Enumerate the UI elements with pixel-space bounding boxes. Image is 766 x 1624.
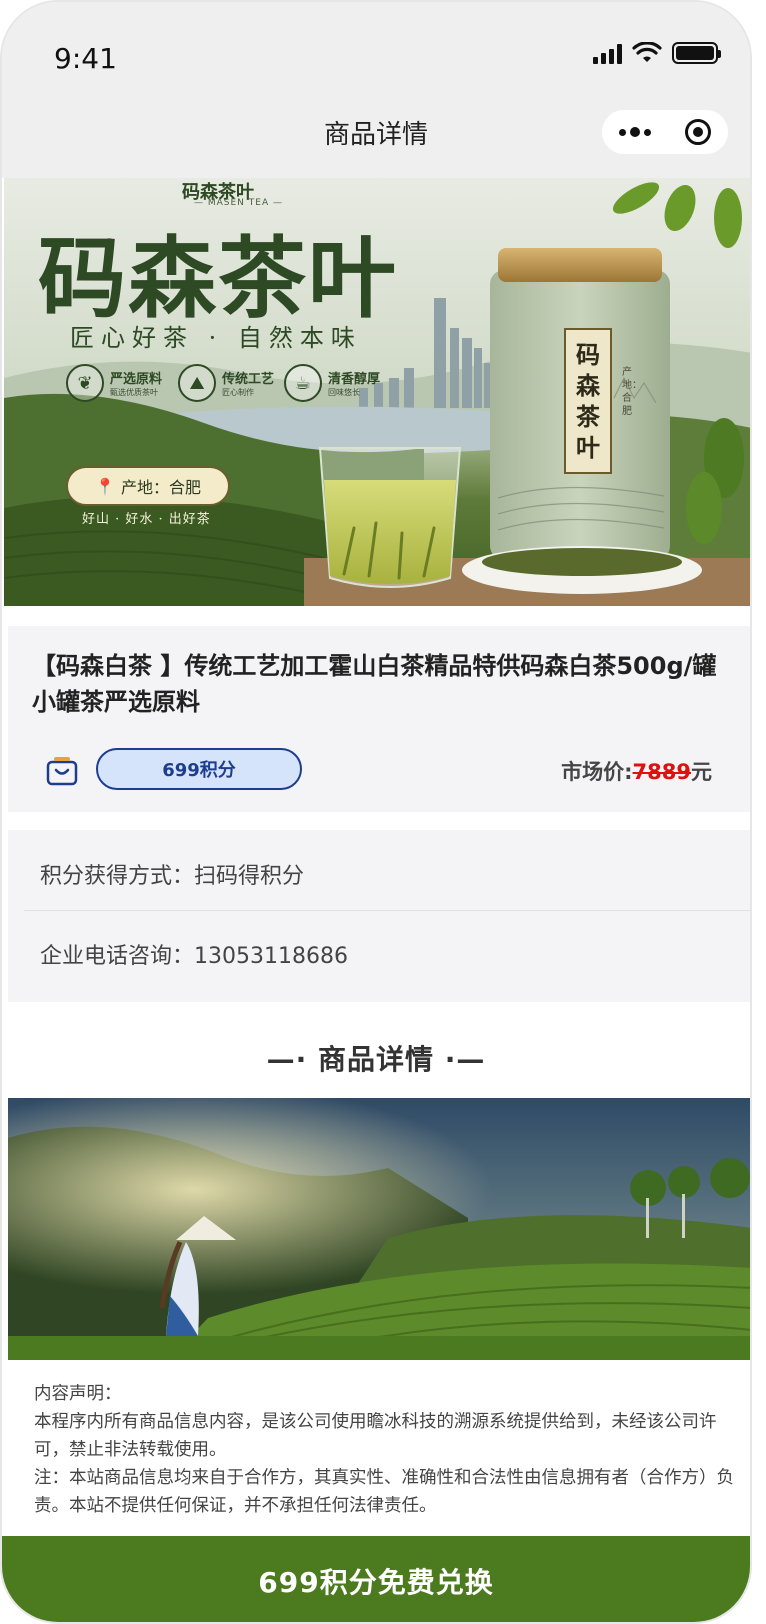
- hero-feature-2: ⛰ 传统工艺 匠心制作: [178, 364, 274, 402]
- disclaimer-title: 内容声明：: [34, 1384, 122, 1404]
- wifi-icon: [632, 42, 662, 62]
- hero-feature-1: ❦ 严选原料 甄选优质茶叶: [66, 364, 162, 402]
- disclaimer-line: 本程序内所有商品信息内容，是该公司使用瞻冰科技的溯源系统提供给到，未经该公司许可…: [34, 1412, 717, 1460]
- hero-brand: 码森茶叶: [38, 226, 399, 330]
- market-price-value: 7889: [632, 760, 691, 784]
- disclaimer-line: 注：本站商品信息均来自于合作方，其真实性、准确性和合法性由信息拥有者（合作方）负…: [34, 1468, 734, 1516]
- hero-feature-sub: 甄选优质茶叶: [110, 388, 158, 397]
- hero-feature-3: ☕ 清香醇厚 回味悠长: [284, 364, 380, 402]
- product-title: 【码森白茶 】传统工艺加工霍山白茶精品特供码森白茶500g/罐小罐茶严选原料: [32, 652, 717, 716]
- signal-icon: [593, 42, 622, 64]
- location-pin-icon: 📍: [95, 476, 115, 496]
- more-icon[interactable]: [619, 127, 651, 137]
- enterprise-phone-text[interactable]: 企业电话咨询：13053118686: [40, 938, 348, 970]
- section-heading: —· 商品详情 ·—: [266, 1043, 486, 1076]
- mountain-icon: ⛰: [178, 364, 216, 402]
- divider: [24, 910, 750, 911]
- can-label: 码 森 茶 叶: [564, 328, 612, 474]
- content-disclaimer: 内容声明： 本程序内所有商品信息内容，是该公司使用瞻冰科技的溯源系统提供给到，未…: [34, 1380, 734, 1520]
- hero-feature-title: 严选原料: [110, 372, 163, 387]
- status-icons: [593, 42, 721, 64]
- status-time: 9:41: [54, 42, 117, 75]
- market-price-label: 市场价:: [561, 760, 633, 784]
- can-side-text: 产地：合肥: [622, 367, 642, 417]
- redeem-button[interactable]: 699积分免费兑换: [2, 1536, 750, 1622]
- info-section: 积分获得方式：扫码得积分 企业电话咨询：13053118686: [8, 830, 750, 1002]
- hero-feature-title: 传统工艺: [222, 372, 275, 387]
- can-label-char: 茶: [576, 402, 600, 431]
- leaf-icon: ❦: [66, 364, 104, 402]
- can-label-char: 森: [576, 371, 600, 400]
- can-label-char: 叶: [576, 433, 600, 462]
- top-bar: 9:41 商品详情: [2, 2, 750, 178]
- can-label-char: 码: [576, 340, 600, 369]
- points-method-text: 积分获得方式：扫码得积分: [40, 864, 305, 889]
- hero-feature-sub: 回味悠长: [328, 388, 360, 397]
- battery-icon: [672, 42, 721, 64]
- product-banner: 码森茶叶 — MASEN TEA — 码森茶叶 匠心好茶 · 自然本味 ❦ 严选…: [4, 178, 750, 606]
- product-card: 【码森白茶 】传统工艺加工霍山白茶精品特供码森白茶500g/罐小罐茶严选原料 6…: [8, 626, 750, 812]
- market-price-unit: 元: [691, 760, 712, 784]
- hero-origin-text: 产地：合肥: [120, 478, 201, 497]
- hero-motto: 好山 · 好水 · 出好茶: [82, 512, 211, 527]
- hero-slogan: 匠心好茶 · 自然本味: [70, 324, 362, 352]
- close-program-icon[interactable]: [685, 119, 711, 145]
- mini-program-capsule: [602, 110, 728, 154]
- hero-brand-sub: — MASEN TEA —: [194, 198, 283, 208]
- product-detail-image: [8, 1098, 750, 1360]
- tea-field-image: [8, 1098, 750, 1360]
- points-price-badge: 699积分: [96, 748, 302, 790]
- market-price: 市场价:7889元: [561, 756, 712, 786]
- hero-feature-sub: 匠心制作: [222, 388, 254, 397]
- tea-cup-icon: ☕: [284, 364, 322, 402]
- phone-screen: 9:41 商品详情 码森茶叶 — MASEN TEA — 码森茶叶 匠心好茶 ·…: [0, 0, 752, 1624]
- hero-feature-title: 清香醇厚: [328, 372, 381, 387]
- hero-origin-badge: 📍 产地：合肥: [66, 466, 230, 506]
- shopping-bag-icon[interactable]: [46, 756, 78, 786]
